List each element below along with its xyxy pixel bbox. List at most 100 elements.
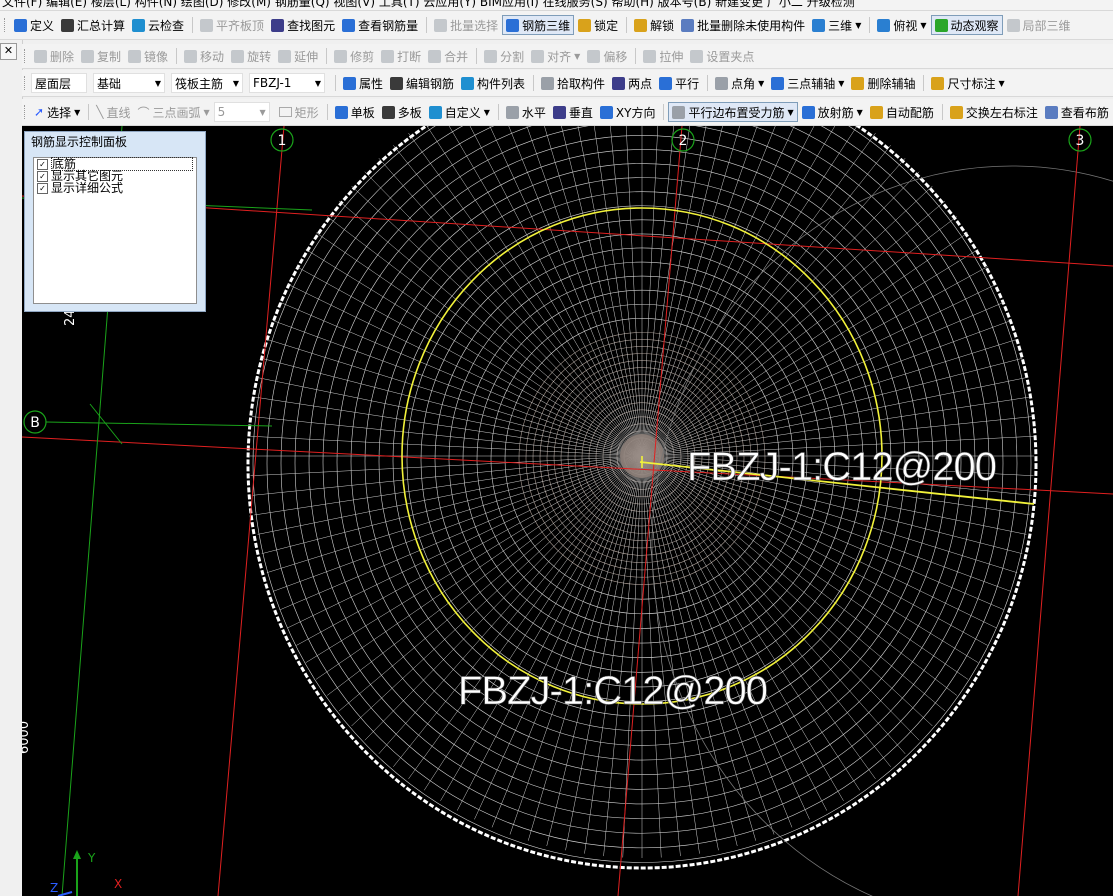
split-icon — [484, 49, 498, 63]
axis-label-2: 2 — [679, 133, 688, 149]
ucs-x-label: X — [114, 877, 122, 891]
edit-toolbar-button-0[interactable]: 删除 — [31, 46, 77, 66]
toolbar-grip[interactable] — [24, 105, 28, 119]
draw-toolbar-button-9[interactable]: 交换左右标注 — [947, 102, 1041, 122]
component-toolbar-button-2[interactable]: 构件列表 — [458, 73, 528, 93]
checkbox[interactable]: ✓ — [37, 158, 48, 170]
rectangle-button[interactable]: 矩形 — [276, 102, 322, 122]
draw-toolbar-button-1[interactable]: 多板 — [379, 102, 425, 122]
trim-icon — [334, 49, 348, 63]
axis-bubble-1[interactable]: 1 — [270, 128, 294, 152]
draw-toolbar-button-7[interactable]: 放射筋 ▼ — [799, 102, 866, 122]
component-toolbar-button-7[interactable]: 三点辅轴 ▼ — [768, 73, 847, 93]
component-toolbar-button-0[interactable]: 属性 — [340, 73, 386, 93]
close-icon[interactable]: ✕ — [0, 43, 17, 60]
draw-toolbar-label: 查看布筋 — [1060, 105, 1109, 120]
vertical-icon — [552, 105, 566, 119]
axis-bubble-3[interactable]: 3 — [1068, 128, 1092, 152]
menu-bar: 文件(F) 编辑(E) 楼层(L) 构件(N) 绘图(D) 修改(M) 钢筋量(… — [0, 0, 1113, 11]
toolbar-grip[interactable] — [4, 18, 8, 32]
type-select[interactable]: 筏板主筋 ▼ — [171, 73, 243, 93]
panel-option-2[interactable]: ✓ 显示详细公式 — [34, 182, 196, 194]
component-toolbar-button-4[interactable]: 两点 — [609, 73, 655, 93]
chevron-down-icon: ▼ — [838, 78, 845, 88]
edit-toolbar-button-11[interactable]: 偏移 — [584, 46, 630, 66]
edit-toolbar-button-1[interactable]: 复制 — [78, 46, 124, 66]
component-toolbar-button-1[interactable]: 编辑钢筋 — [387, 73, 457, 93]
component-toolbar-button-6[interactable]: 点角 ▼ — [712, 73, 767, 93]
toolbar-separator — [635, 48, 637, 64]
main-toolbar-button-14[interactable]: 局部三维 — [1004, 15, 1074, 35]
floor-select[interactable]: 屋面层 — [31, 73, 87, 93]
line-button[interactable]: ╲ 直线 — [93, 102, 133, 122]
edit-toolbar-button-9[interactable]: 分割 — [481, 46, 527, 66]
main-toolbar-button-11[interactable]: 三维 ▼ — [809, 15, 864, 35]
draw-toolbar-button-10[interactable]: 查看布筋 — [1042, 102, 1112, 122]
main-toolbar-button-3[interactable]: 平齐板顶 — [197, 15, 267, 35]
edit-toolbar-label: 偏移 — [603, 49, 628, 64]
edit-toolbar-button-8[interactable]: 合并 — [425, 46, 471, 66]
edit-toolbar-button-10[interactable]: 对齐 ▼ — [528, 46, 583, 66]
main-toolbar-button-0[interactable]: 定义 — [11, 15, 57, 35]
arc-button[interactable]: ⌒ 三点画弧 ▼ — [134, 102, 212, 122]
main-toolbar-button-12[interactable]: 俯视 ▼ — [874, 15, 929, 35]
edit-toolbar-button-12[interactable]: 拉伸 — [640, 46, 686, 66]
edit-toolbar-button-7[interactable]: 打断 — [378, 46, 424, 66]
draw-toolbar-label: 多板 — [397, 105, 422, 120]
draw-toolbar-button-8[interactable]: 自动配筋 — [867, 102, 937, 122]
component-select[interactable]: FBZJ-1 ▼ — [249, 73, 325, 93]
rebar-label-1[interactable]: FBZJ-1:C12@200 — [687, 445, 998, 490]
main-toolbar-label: 锁定 — [594, 18, 619, 33]
axis-line-green[interactable] — [45, 421, 273, 427]
edit-toolbar-button-6[interactable]: 修剪 — [331, 46, 377, 66]
main-toolbar-button-9[interactable]: 解锁 — [631, 15, 677, 35]
select-button[interactable]: ➚ 选择 ▼ — [31, 102, 83, 122]
edit-toolbar-button-3[interactable]: 移动 — [181, 46, 227, 66]
checkbox[interactable]: ✓ — [37, 182, 48, 194]
draw-toolbar-button-3[interactable]: 水平 — [503, 102, 549, 122]
draw-toolbar-button-5[interactable]: XY方向 — [597, 102, 659, 122]
toolbar-grip[interactable] — [24, 76, 28, 90]
draw-toolbar-label: XY方向 — [615, 105, 656, 120]
axis-bubble-b[interactable]: B — [23, 410, 47, 434]
toolbar-grip[interactable] — [24, 49, 28, 63]
line-icon: ╲ — [96, 105, 104, 119]
main-toolbar-button-6[interactable]: 批量选择 — [431, 15, 501, 35]
offset-icon — [587, 49, 601, 63]
menu-bar-text[interactable]: 文件(F) 编辑(E) 楼层(L) 构件(N) 绘图(D) 修改(M) 钢筋量(… — [2, 0, 1113, 10]
binoculars-icon — [271, 18, 285, 32]
rebar-label-2[interactable]: FBZJ-1:C12@200 — [458, 669, 769, 714]
draw-toolbar-button-2[interactable]: 自定义 ▼ — [426, 102, 493, 122]
component-toolbar-button-9[interactable]: 尺寸标注 ▼ — [928, 73, 1007, 93]
main-toolbar-button-13[interactable]: 动态观察 — [930, 15, 1003, 35]
main-toolbar-button-5[interactable]: 查看钢筋量 — [339, 15, 421, 35]
draw-toolbar-label: 交换左右标注 — [965, 105, 1038, 120]
main-toolbar-button-7[interactable]: 钢筋三维 — [502, 15, 575, 35]
main-toolbar-button-1[interactable]: 汇总计算 — [58, 15, 128, 35]
main-toolbar-button-10[interactable]: 批量删除未使用构件 — [678, 15, 808, 35]
main-toolbar-button-2[interactable]: 云检查 — [129, 15, 187, 35]
edit-toolbar-button-4[interactable]: 旋转 — [228, 46, 274, 66]
component-list-icon — [461, 76, 475, 90]
draw-toolbar-button-6[interactable]: 平行边布置受力筋 ▼ — [668, 102, 798, 122]
main-toolbar: 定义 汇总计算 云检查 平齐板顶 查找图元 查看钢筋量 批量选择 钢筋三维 锁定 解锁 批量删除未使… — [0, 11, 1113, 40]
main-toolbar-button-8[interactable]: 锁定 — [575, 15, 621, 35]
extend-icon — [278, 49, 292, 63]
main-toolbar-label: 三维 — [828, 18, 853, 33]
component-toolbar-button-3[interactable]: 拾取构件 — [538, 73, 608, 93]
component-toolbar-button-5[interactable]: 平行 — [656, 73, 702, 93]
draw-toolbar-button-0[interactable]: 单板 — [332, 102, 378, 122]
arc-segments-select[interactable]: 5 ▼ — [213, 102, 270, 122]
arc-segments-value: 5 — [217, 105, 226, 119]
draw-toolbar-button-4[interactable]: 垂直 — [550, 102, 596, 122]
component-toolbar-button-8[interactable]: 删除辅轴 — [848, 73, 918, 93]
dimension-text-6000: 6000 — [22, 721, 32, 754]
orbit-icon — [934, 18, 948, 32]
edit-toolbar-button-2[interactable]: 镜像 — [125, 46, 171, 66]
edit-toolbar-button-13[interactable]: 设置夹点 — [687, 46, 757, 66]
dimension-icon — [931, 76, 945, 90]
main-toolbar-button-4[interactable]: 查找图元 — [268, 15, 338, 35]
checkbox[interactable]: ✓ — [37, 170, 48, 182]
category-select[interactable]: 基础 ▼ — [93, 73, 165, 93]
edit-toolbar-button-5[interactable]: 延伸 — [275, 46, 321, 66]
